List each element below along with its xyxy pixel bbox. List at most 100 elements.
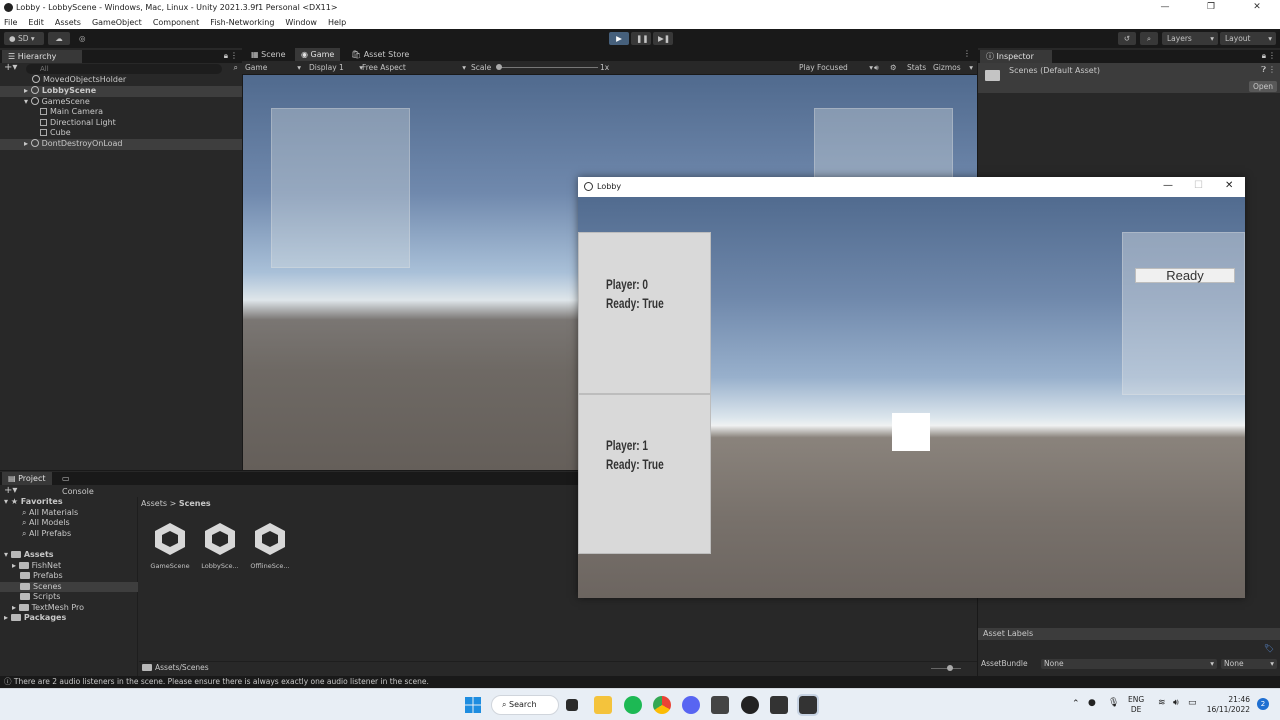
icon-size-slider[interactable] xyxy=(931,668,961,669)
history-icon[interactable]: ↺ xyxy=(1118,32,1136,45)
wifi-icon[interactable]: ≋ xyxy=(1158,698,1166,708)
hierarchy-search-input[interactable]: All xyxy=(26,64,222,74)
hierarchy-item[interactable]: Directional Light xyxy=(0,118,242,129)
display-dropdown[interactable]: Display 1 ▾ xyxy=(309,61,363,74)
unity-scene-asset-icon[interactable] xyxy=(152,521,188,557)
discord-icon[interactable] xyxy=(682,696,700,714)
more-icon[interactable]: ⋮ xyxy=(1268,65,1276,74)
hierarchy-item[interactable]: Main Camera xyxy=(0,107,242,118)
hierarchy-item[interactable]: MovedObjectsHolder xyxy=(0,75,242,86)
close-button[interactable]: ✕ xyxy=(1234,0,1280,15)
tab-asset-store[interactable]: 🛍︎ Asset Store xyxy=(345,48,415,61)
folder-item[interactable]: Prefabs xyxy=(0,571,138,582)
icon-size-slider-handle[interactable] xyxy=(947,665,953,671)
tab-scene[interactable]: ▦ Scene xyxy=(245,48,292,61)
chrome-icon[interactable] xyxy=(653,696,671,714)
unity-editor-icon[interactable] xyxy=(770,696,788,714)
windows-start-icon[interactable] xyxy=(465,697,481,713)
asset-bundle-dropdown[interactable]: None ▾ xyxy=(1041,659,1217,669)
search-filter-icon[interactable]: ⌕ xyxy=(234,63,238,73)
layout-dropdown[interactable]: Layout ▾ xyxy=(1220,32,1276,45)
unity-hub-icon[interactable] xyxy=(711,696,729,714)
more-icon[interactable]: ⋮ xyxy=(963,49,971,58)
pause-button[interactable]: ❚❚ xyxy=(631,32,651,45)
unity-player-icon[interactable] xyxy=(797,694,819,716)
ready-button[interactable]: Ready xyxy=(1135,268,1235,283)
hierarchy-item[interactable]: ▾ GameScene xyxy=(0,96,242,108)
breadcrumb-scenes[interactable]: Scenes xyxy=(179,499,211,508)
tab-project[interactable]: ▤ Project xyxy=(2,472,52,485)
unity-scene-asset-icon[interactable] xyxy=(252,521,288,557)
more-icon[interactable]: ⋮ xyxy=(1268,51,1276,60)
spotify-icon[interactable] xyxy=(624,696,642,714)
breadcrumb-assets[interactable]: Assets xyxy=(141,499,167,508)
file-explorer-icon[interactable] xyxy=(594,696,612,714)
more-icon[interactable]: ⋮ xyxy=(230,51,238,60)
battery-icon[interactable]: ▭ xyxy=(1188,698,1197,708)
collab-icon[interactable]: ◎ xyxy=(74,32,90,45)
layers-dropdown[interactable]: Layers ▾ xyxy=(1162,32,1218,45)
lock-icon[interactable]: 🔒︎ xyxy=(224,51,228,61)
close-button[interactable]: ✕ xyxy=(1225,180,1233,191)
language-indicator[interactable]: ENG DE xyxy=(1128,695,1144,715)
menu-help[interactable]: Help xyxy=(328,18,346,27)
open-button[interactable]: Open xyxy=(1249,81,1277,92)
tab-game[interactable]: ◉ Game xyxy=(295,48,341,61)
tab-inspector[interactable]: ⓘ Inspector xyxy=(980,50,1052,63)
status-message[interactable]: There are 2 audio listeners in the scene… xyxy=(14,677,429,686)
hierarchy-item[interactable]: Cube xyxy=(0,128,242,139)
clock[interactable]: 21:46 16/11/2022 xyxy=(1206,695,1250,715)
microphone-icon[interactable]: 🎙︎ xyxy=(1108,698,1119,708)
add-button[interactable]: +▾ xyxy=(4,485,17,496)
folder-item[interactable]: Scripts xyxy=(0,592,138,603)
folder-item[interactable]: ▸ TextMesh Pro xyxy=(0,603,138,614)
folder-item-selected[interactable]: Scenes xyxy=(0,581,138,592)
task-view-icon[interactable] xyxy=(566,699,578,711)
cloud-icon[interactable]: ☁ xyxy=(48,32,70,45)
menu-edit[interactable]: Edit xyxy=(28,18,44,27)
audio-icon[interactable]: 🔊︎ xyxy=(874,61,879,74)
help-icon[interactable]: ❓︎ xyxy=(1261,65,1266,75)
hierarchy-item[interactable]: ▸ DontDestroyOnLoad xyxy=(0,139,242,150)
maximize-button[interactable]: ❐ xyxy=(1188,0,1234,15)
lobby-game-view[interactable]: Player: 0 Ready: True Player: 1 Ready: T… xyxy=(578,197,1245,598)
favorite-item[interactable]: ⌕ All Models xyxy=(0,518,138,529)
taskbar-search[interactable]: ⌕ Search xyxy=(491,695,559,715)
aspect-dropdown[interactable]: Free Aspect ▾ xyxy=(362,61,466,74)
folder-item[interactable]: ▸ FishNet xyxy=(0,561,138,572)
minimize-button[interactable]: — xyxy=(1163,180,1173,191)
label-tag-icon[interactable]: 🏷︎ xyxy=(1264,644,1274,653)
scale-slider[interactable] xyxy=(498,67,598,68)
menu-fish-networking[interactable]: Fish-Networking xyxy=(210,18,274,27)
github-icon[interactable] xyxy=(741,696,759,714)
notification-badge[interactable]: 2 xyxy=(1257,698,1269,710)
fx-icon[interactable]: ⚙ xyxy=(890,61,897,74)
menu-gameobject[interactable]: GameObject xyxy=(92,18,142,27)
search-icon[interactable]: ⌕ xyxy=(1140,32,1158,45)
play-focused-dropdown[interactable]: Play Focused ▾ xyxy=(799,61,873,74)
menu-assets[interactable]: Assets xyxy=(55,18,81,27)
volume-icon[interactable]: 🔊︎ xyxy=(1173,698,1179,708)
play-button[interactable]: ▶ xyxy=(609,32,629,45)
lock-icon[interactable]: 🔒︎ xyxy=(1262,51,1266,61)
assets-section[interactable]: ▾ Assets xyxy=(0,550,138,561)
asset-variant-dropdown[interactable]: None ▾ xyxy=(1221,659,1277,669)
maximize-button[interactable]: ☐ xyxy=(1194,180,1203,191)
add-button[interactable]: +▾ xyxy=(4,62,17,73)
game-mode-dropdown[interactable]: Game ▾ xyxy=(245,61,301,74)
account-dropdown[interactable]: ● SD ▾ xyxy=(4,32,44,45)
favorite-item[interactable]: ⌕ All Prefabs xyxy=(0,529,138,540)
tab-console[interactable]: ▭ Console xyxy=(56,472,106,496)
chevron-up-icon[interactable]: ⌃ xyxy=(1072,699,1080,709)
menu-component[interactable]: Component xyxy=(153,18,199,27)
menu-file[interactable]: File xyxy=(4,18,17,27)
hierarchy-item[interactable]: ▸ LobbyScene xyxy=(0,86,242,97)
favorites-section[interactable]: ▾ ★ Favorites xyxy=(0,497,138,508)
steam-icon[interactable]: ● xyxy=(1088,698,1096,708)
minimize-button[interactable]: — xyxy=(1142,0,1188,15)
step-button[interactable]: ▶❚ xyxy=(653,32,673,45)
favorite-item[interactable]: ⌕ All Materials xyxy=(0,508,138,519)
unity-scene-asset-icon[interactable] xyxy=(202,521,238,557)
stats-button[interactable]: Stats xyxy=(907,61,926,74)
gizmos-dropdown[interactable]: Gizmos ▾ xyxy=(933,61,973,74)
